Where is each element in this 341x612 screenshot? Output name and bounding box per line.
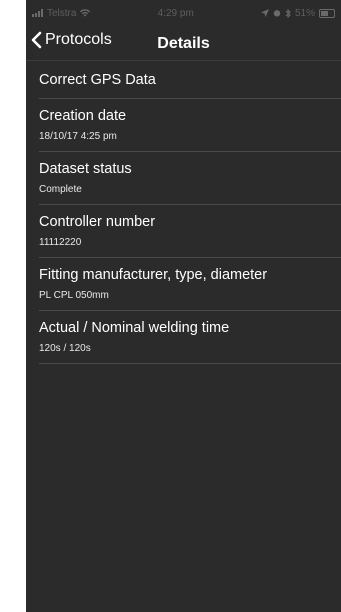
list-item-value: PL CPL 050mm <box>39 290 109 301</box>
status-bar: Telstra 4:29 pm 51% <box>26 0 341 26</box>
phone-screen: Telstra 4:29 pm 51% Protocols Details Co… <box>26 0 341 612</box>
list-item-title: Fitting manufacturer, type, diameter <box>39 267 268 283</box>
bluetooth-icon <box>285 8 291 18</box>
list-item-value: Complete <box>39 184 82 195</box>
list-item-controller-number[interactable]: Controller number 11112220 <box>39 205 341 258</box>
status-left: Telstra <box>32 7 91 19</box>
list-item-title: Creation date <box>39 108 127 124</box>
battery-percent: 51% <box>294 7 315 19</box>
list-item-title: Actual / Nominal welding time <box>39 320 230 336</box>
list-item-title: Correct GPS Data <box>39 72 156 88</box>
list-item-dataset-status[interactable]: Dataset status Complete <box>39 152 341 205</box>
status-right: 51% <box>260 7 335 19</box>
list-item-value: 120s / 120s <box>39 343 91 354</box>
battery-icon <box>318 8 335 18</box>
wifi-icon <box>80 9 91 17</box>
status-time: 4:29 pm <box>157 7 194 19</box>
alarm-icon <box>273 10 281 17</box>
list-item-welding-time[interactable]: Actual / Nominal welding time 120s / 120… <box>39 311 341 364</box>
list-item-title: Dataset status <box>39 161 132 177</box>
page-title: Details <box>157 35 210 52</box>
carrier-label: Telstra <box>47 7 77 19</box>
navigation-bar: Protocols Details <box>26 26 341 61</box>
location-icon <box>260 9 269 17</box>
list-item-title: Controller number <box>39 214 156 230</box>
list-item-value: 18/10/17 4:25 pm <box>39 131 117 142</box>
list-item-fitting[interactable]: Fitting manufacturer, type, diameter PL … <box>39 258 341 311</box>
list-item-creation-date[interactable]: Creation date 18/10/17 4:25 pm <box>39 99 341 152</box>
list-item-correct-gps[interactable]: Correct GPS Data <box>39 61 341 99</box>
details-list: Correct GPS Data Creation date 18/10/17 … <box>26 61 341 364</box>
list-item-value: 11112220 <box>39 237 82 248</box>
signal-icon <box>32 9 43 17</box>
